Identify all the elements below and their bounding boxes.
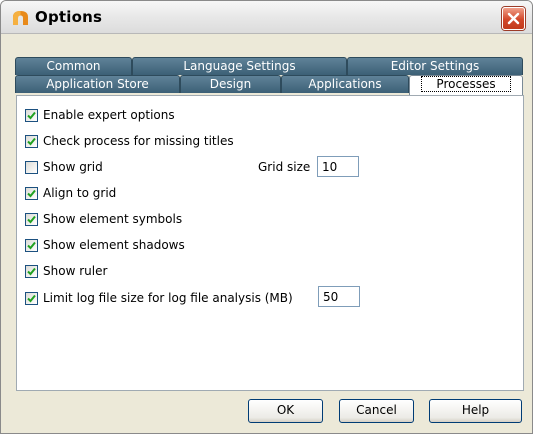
option-label: Show element symbols [43,212,183,226]
option-limit-log-file-size[interactable]: Limit log file size for log file analysi… [25,290,293,306]
tab-label: Common [46,59,101,73]
option-show-element-symbols[interactable]: Show element symbols [25,211,182,227]
tab-label: Design [209,77,252,91]
option-label: Limit log file size for log file analysi… [43,291,293,305]
tab-design[interactable]: Design [180,75,281,93]
tab-label: Editor Settings [390,59,480,73]
checkmark-icon [27,294,36,302]
checkbox[interactable] [25,291,38,305]
app-logo-icon [12,10,29,26]
tab-processes[interactable]: Processes [409,75,523,95]
title-bar[interactable]: Options [1,1,532,34]
tab-common[interactable]: Common [15,57,132,75]
cancel-button[interactable]: Cancel [339,399,414,423]
log-size-input[interactable]: 50 [318,286,360,307]
help-button[interactable]: Help [429,399,522,423]
window-title: Options [35,8,103,26]
tab-language-settings[interactable]: Language Settings [132,57,347,75]
checkbox[interactable] [25,160,38,174]
grid-size-label: Grid size [258,160,311,174]
checkbox[interactable] [25,212,38,226]
option-check-missing-titles[interactable]: Check process for missing titles [25,133,234,149]
grid-size-input[interactable]: 10 [317,156,359,177]
checkbox[interactable] [25,108,38,122]
checkbox[interactable] [25,264,38,278]
checkmark-icon [27,215,36,223]
option-show-element-shadows[interactable]: Show element shadows [25,237,185,253]
checkmark-icon [27,267,36,275]
tab-label: Processes [421,76,511,92]
checkmark-icon [27,189,36,197]
option-show-ruler[interactable]: Show ruler [25,263,107,279]
tab-label: Applications [308,77,382,91]
option-label: Show element shadows [43,238,185,252]
option-show-grid[interactable]: Show grid [25,159,103,175]
checkmark-icon [27,241,36,249]
options-dialog: Options Common Language Settings Editor … [0,0,533,434]
close-button[interactable] [502,7,525,30]
option-enable-expert-options[interactable]: Enable expert options [25,107,175,123]
tab-label: Language Settings [183,59,296,73]
checkmark-icon [27,111,36,119]
option-label: Check process for missing titles [43,134,234,148]
option-label: Show grid [43,160,103,174]
checkbox[interactable] [25,186,38,200]
tab-label: Application Store [46,77,149,91]
checkbox[interactable] [25,134,38,148]
tab-editor-settings[interactable]: Editor Settings [347,57,523,75]
option-label: Enable expert options [43,108,175,122]
close-icon [507,12,520,25]
checkmark-icon [27,137,36,145]
option-label: Align to grid [43,186,117,200]
tab-applications[interactable]: Applications [281,75,409,93]
checkbox[interactable] [25,238,38,252]
tab-application-store[interactable]: Application Store [15,75,180,93]
option-align-to-grid[interactable]: Align to grid [25,185,116,201]
ok-button[interactable]: OK [248,399,323,423]
option-label: Show ruler [43,264,108,278]
